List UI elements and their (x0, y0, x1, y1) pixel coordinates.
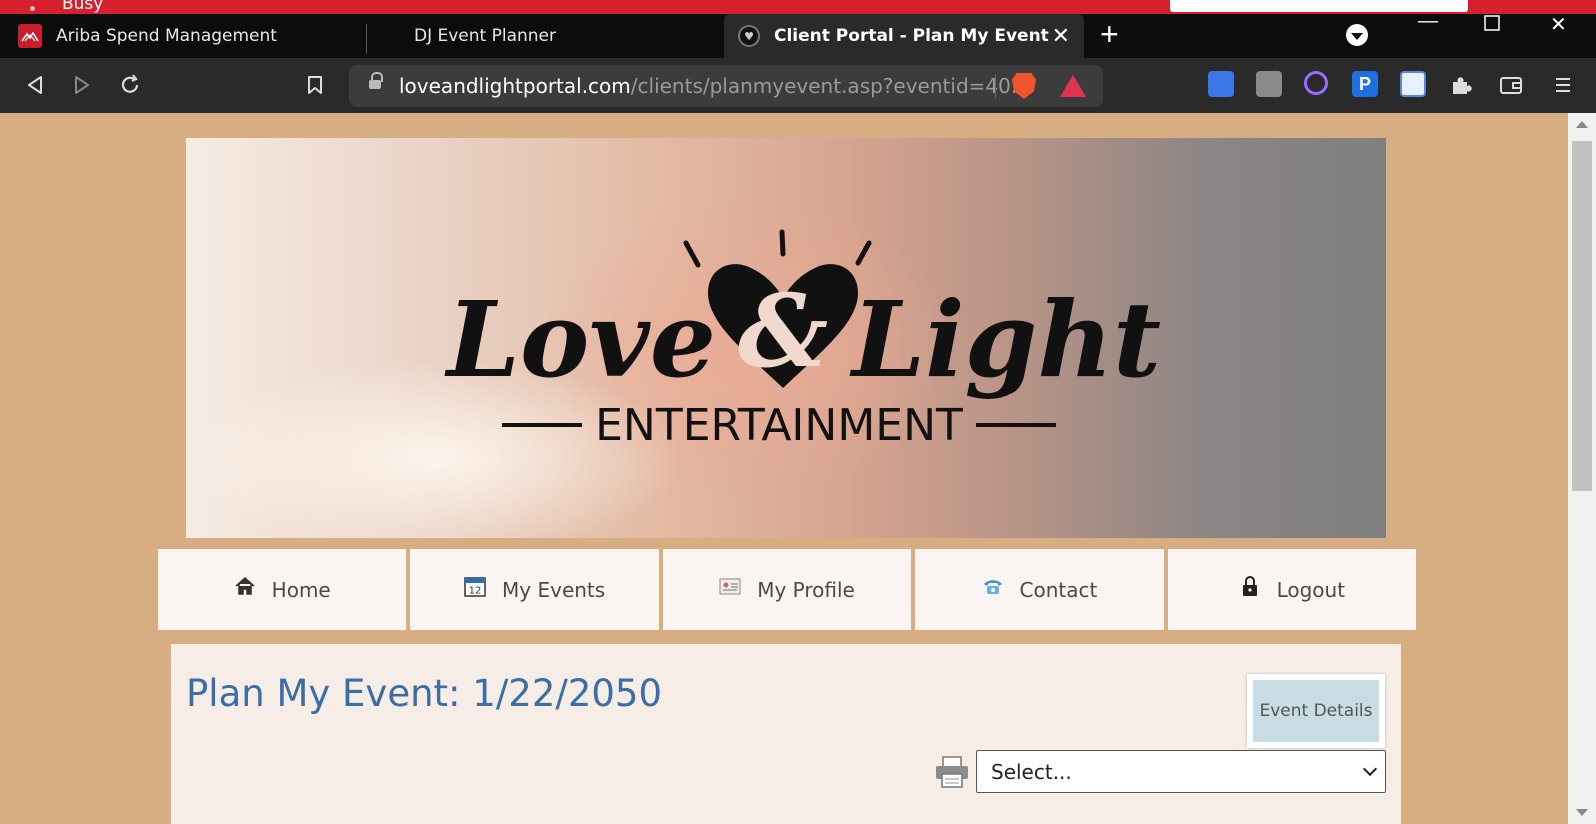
url-text: loveandlightportal.com/clients/planmyeve… (399, 74, 1030, 98)
brave-rewards-icon[interactable] (1060, 75, 1086, 97)
menu-icon[interactable] (1548, 70, 1578, 100)
logo-ampersand: & (738, 272, 828, 390)
event-section-select[interactable]: Select... (976, 750, 1386, 793)
logo-word-right: Light (849, 278, 1161, 401)
reload-icon[interactable] (115, 70, 145, 100)
tab-bar: Ariba Spend Management DJ Event Planner … (0, 10, 1596, 58)
telephone-icon (983, 579, 1002, 594)
maximize-icon[interactable] (1484, 14, 1500, 37)
upload-extension-icon[interactable] (1400, 71, 1426, 97)
lock-icon (1242, 575, 1257, 596)
close-window-icon[interactable]: ✕ (1550, 12, 1567, 37)
scrollbar-thumb[interactable] (1572, 141, 1592, 491)
notification-strip: Busy (0, 0, 1596, 14)
lock-icon (369, 72, 383, 91)
id-card-icon (719, 577, 741, 595)
page-title: Plan My Event: 1/22/2050 (186, 672, 662, 715)
tab-client-portal[interactable]: ♥ Client Portal - Plan My Event ✕ (724, 14, 1084, 58)
forward-icon[interactable] (67, 70, 97, 100)
nav-label: My Profile (757, 577, 855, 602)
tab-search-icon[interactable] (1346, 24, 1368, 46)
nav-label: Logout (1276, 577, 1346, 602)
p-extension-icon[interactable]: P (1352, 71, 1378, 97)
love-light-favicon-icon: ♥ (738, 25, 760, 47)
printer-icon[interactable] (935, 756, 969, 788)
busy-status-text: Busy (62, 0, 104, 14)
tab-label: Client Portal - Plan My Event (774, 26, 1049, 46)
logo-subtitle: ENTERTAINMENT (595, 400, 963, 451)
svg-text:12: 12 (469, 585, 482, 596)
status-dot (30, 6, 35, 11)
nav-label: My Events (502, 577, 606, 602)
browser-toolbar: loveandlightportal.com/clients/planmyeve… (0, 58, 1596, 113)
url-divider (995, 74, 996, 98)
ariba-favicon-icon (18, 24, 42, 48)
vertical-scrollbar[interactable] (1568, 113, 1596, 824)
minimize-icon[interactable]: — (1418, 10, 1438, 33)
tab-dj-event-planner[interactable]: DJ Event Planner (366, 14, 724, 58)
nav-logout[interactable]: Logout (1167, 549, 1417, 630)
bookmark-icon[interactable] (300, 70, 330, 100)
copy-extension-icon[interactable] (1256, 71, 1282, 97)
nav-contact[interactable]: Contact (915, 549, 1164, 630)
select-value: Select... (991, 759, 1072, 784)
tab-label: Ariba Spend Management (56, 26, 277, 46)
translate-extension-icon[interactable] (1208, 71, 1234, 97)
address-bar[interactable]: loveandlightportal.com/clients/planmyeve… (349, 65, 1103, 107)
event-details-panel: Event Details (1247, 674, 1385, 748)
nav-label: Contact (1019, 577, 1098, 602)
url-host: loveandlightportal.com (399, 74, 631, 98)
url-path: /clients/planmyevent.asp?eventid=40... (630, 74, 1030, 98)
new-tab-icon[interactable]: + (1100, 16, 1119, 53)
back-icon[interactable] (20, 70, 50, 100)
close-tab-icon[interactable]: ✕ (1052, 24, 1070, 49)
header-banner: & Love Light ENTERTAINMENT (186, 138, 1386, 538)
event-details-button[interactable]: Event Details (1253, 680, 1379, 742)
logo-word-left: Love (444, 278, 716, 401)
tab-ariba[interactable]: Ariba Spend Management (0, 14, 366, 58)
love-light-logo: & Love Light ENTERTAINMENT (444, 229, 1161, 451)
nav-label: Home (271, 577, 331, 602)
calendar-icon: 12 (464, 576, 486, 597)
extensions-puzzle-icon[interactable] (1446, 70, 1476, 100)
main-nav: Home 12 My Events My Profile Contact Log… (158, 549, 1417, 630)
main-content: Plan My Event: 1/22/2050 Event Details S… (171, 644, 1401, 824)
nav-home[interactable]: Home (158, 549, 407, 630)
chevron-down-icon (1362, 761, 1378, 777)
circle-extension-icon[interactable] (1304, 71, 1328, 95)
tab-label: DJ Event Planner (414, 26, 557, 46)
scroll-up-arrow-icon[interactable] (1576, 121, 1588, 128)
wallet-icon[interactable] (1496, 70, 1526, 100)
scroll-down-arrow-icon[interactable] (1576, 809, 1588, 816)
web-page: & Love Light ENTERTAINMENT Home 12 My Ev… (0, 113, 1596, 824)
home-icon (235, 576, 255, 595)
nav-my-profile[interactable]: My Profile (662, 549, 912, 630)
nav-my-events[interactable]: 12 My Events (410, 549, 659, 630)
